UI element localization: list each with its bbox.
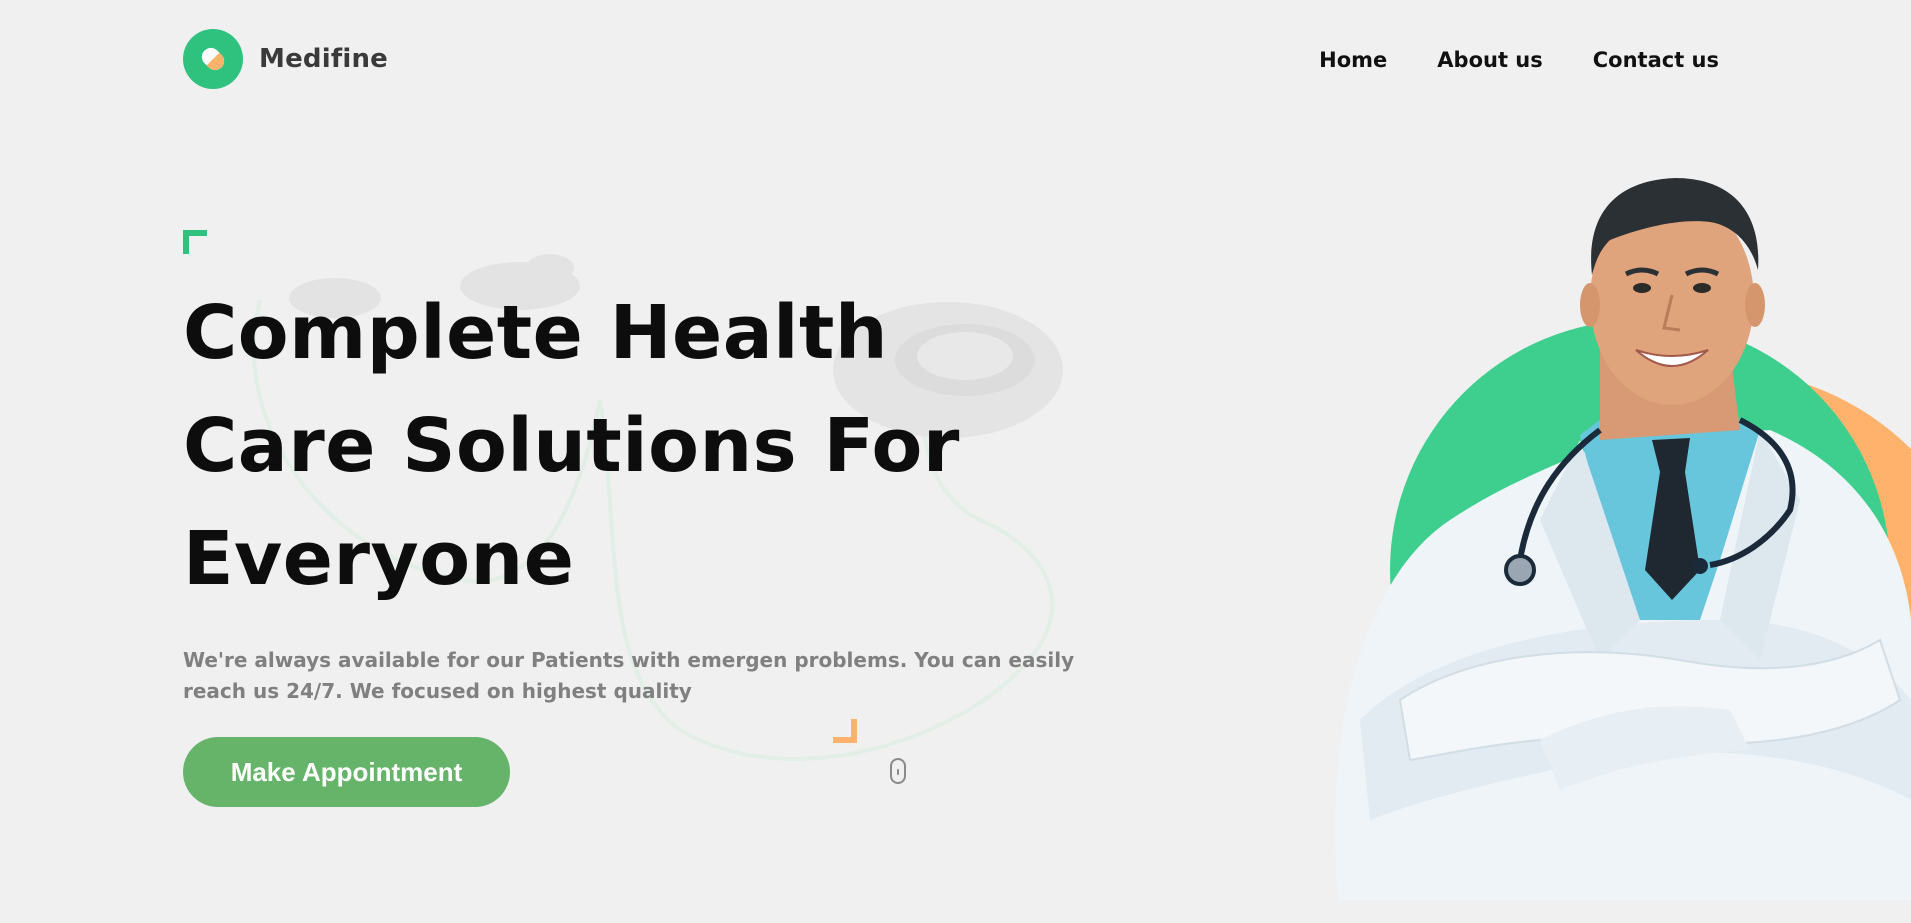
pill-icon: [183, 29, 243, 89]
brand-logo[interactable]: Medifine: [183, 29, 388, 89]
hero-title-line-1: Complete Health: [183, 290, 889, 376]
hero-title-line-2: Care Solutions For: [183, 403, 960, 489]
corner-accent-top-left: [183, 230, 207, 254]
hero-title: Complete Health Care Solutions For Every…: [183, 277, 960, 616]
nav-home[interactable]: Home: [1319, 48, 1387, 72]
nav-about-us[interactable]: About us: [1437, 48, 1542, 72]
landing-page: Medifine Home About us Contact us Comple…: [0, 0, 1911, 923]
hero-title-line-3: Everyone: [183, 516, 575, 602]
main-nav: Home About us Contact us: [1319, 48, 1719, 72]
corner-accent-bottom-right: [833, 719, 857, 743]
mouse-scroll-icon[interactable]: [890, 758, 906, 784]
nav-contact-us[interactable]: Contact us: [1593, 48, 1719, 72]
doctor-portrait: [1334, 178, 1911, 900]
hero-description: We're always available for our Patients …: [183, 648, 1075, 703]
make-appointment-button[interactable]: Make Appointment: [183, 737, 510, 807]
brand-name: Medifine: [259, 44, 388, 74]
